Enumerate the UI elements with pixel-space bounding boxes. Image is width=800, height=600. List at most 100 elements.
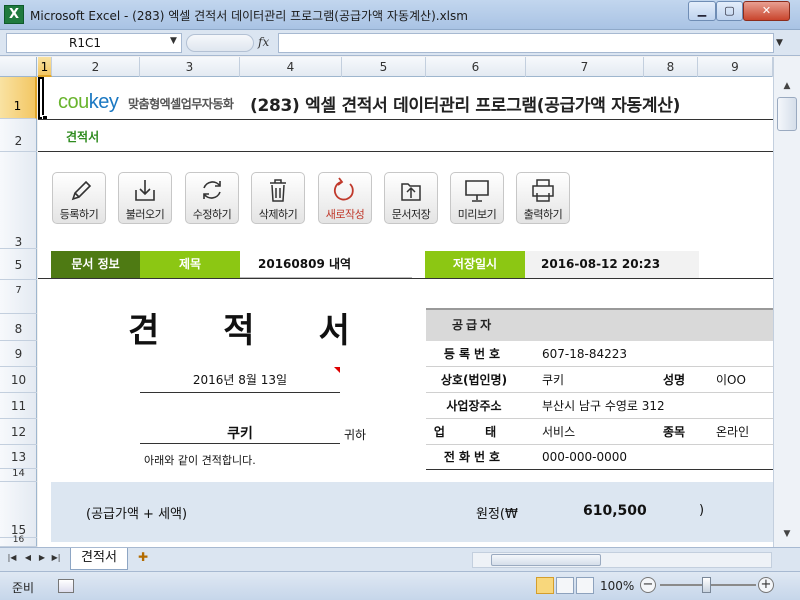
horizontal-scrollbar[interactable] [472,552,772,568]
sheet-subtitle: 견적서 [66,130,100,144]
name-box[interactable]: R1C1 [6,33,182,53]
row-header[interactable]: 16 [0,536,37,547]
vertical-scrollbar[interactable]: ▲ ▼ [773,57,800,547]
owner-name-value[interactable]: 이OO [716,367,746,393]
row-header[interactable]: 12 [0,419,37,445]
zoom-out-button[interactable]: − [640,577,656,593]
title-label: 제목 [140,251,240,278]
row-header[interactable]: 10 [0,367,37,393]
client-name[interactable]: 쿠키 [140,423,340,443]
row-header[interactable]: 3 [0,152,37,249]
page-layout-view-icon[interactable] [556,577,574,594]
delete-button[interactable]: 삭제하기 [251,172,305,224]
new-document-button[interactable]: 새로작성 [318,172,372,224]
excel-icon[interactable]: X [4,5,24,24]
address-label: 사업장주소 [446,399,502,413]
estimate-note: 아래와 같이 견적합니다. [144,454,256,467]
column-header[interactable]: 1 [38,57,52,77]
logo-part-key: key [88,91,119,113]
item-label: 종목 [662,425,686,439]
first-sheet-icon[interactable]: |◀ [6,553,18,562]
chevron-down-icon[interactable]: ▼ [170,36,177,46]
maximize-button[interactable]: ▢ [716,1,743,21]
row-header[interactable]: 11 [0,393,37,419]
load-button-label: 불러오기 [125,208,165,221]
business-type-value[interactable]: 서비스 [542,419,575,445]
formula-bar-splitter[interactable] [186,34,254,52]
minimize-button[interactable]: ▁ [688,1,716,21]
last-sheet-icon[interactable]: ▶| [50,553,62,562]
zoom-in-button[interactable]: + [758,577,774,593]
logo-part-co: cou [58,91,89,113]
column-header[interactable]: 9 [698,57,773,77]
insert-sheet-icon[interactable]: ✚ [130,550,156,568]
formula-input[interactable] [278,33,774,53]
divider [140,392,340,393]
horizontal-scroll-thumb[interactable] [491,554,601,566]
print-button[interactable]: 출력하기 [516,172,570,224]
row-header[interactable]: 15 [0,482,37,538]
window-title-bar[interactable]: X Microsoft Excel - (283) 엑셀 견적서 데이터관리 프… [0,0,800,30]
trash-icon [270,179,286,202]
column-header[interactable]: 2 [52,57,140,77]
document-title-char: 서 [318,311,350,351]
next-sheet-icon[interactable]: ▶ [36,553,48,562]
expand-formula-icon[interactable]: ▼ [776,38,783,48]
save-document-button[interactable]: 문서저장 [384,172,438,224]
vertical-scroll-thumb[interactable] [777,97,797,131]
supplier-row: 등록번호 607-18-84223 [426,341,773,367]
zoom-level[interactable]: 100% [600,579,634,593]
title-value[interactable]: 20160809 내역 [240,251,412,278]
fill-handle[interactable] [42,115,48,121]
sheet-tab-bar: |◀ ◀ ▶ ▶| 견적서 ✚ [0,547,800,571]
row-header[interactable]: 7 [0,280,37,314]
selected-cell[interactable] [38,77,44,119]
row-header[interactable]: 2 [0,119,37,152]
column-header[interactable]: 8 [644,57,698,77]
column-header[interactable]: 5 [342,57,426,77]
scroll-up-icon[interactable]: ▲ [777,77,797,95]
row-header[interactable]: 1 [0,77,37,119]
close-button[interactable]: ✕ [743,1,790,21]
company-value[interactable]: 쿠키 [542,367,564,393]
saved-at-value[interactable]: 2016-08-12 20:23 [525,251,699,278]
row-header[interactable]: 5 [0,249,37,280]
normal-view-icon[interactable] [536,577,554,594]
row-header[interactable]: 13 [0,445,37,469]
page-break-view-icon[interactable] [576,577,594,594]
item-value[interactable]: 온라인 [716,419,749,445]
load-button[interactable]: 불러오기 [118,172,172,224]
divider [140,443,340,444]
divider [38,119,773,120]
scroll-down-icon[interactable]: ▼ [777,525,797,543]
column-header[interactable]: 6 [426,57,526,77]
total-close-paren: ) [699,503,705,518]
edit-button[interactable]: 수정하기 [185,172,239,224]
estimate-date[interactable]: 2016년 8월 13일 [140,371,340,388]
saved-at-label: 저장일시 [425,251,525,278]
select-all-corner[interactable] [0,57,37,77]
worksheet[interactable]: coukey 맞춤형엑셀업무자동화 (283) 엑셀 견적서 데이터관리 프로그… [38,77,773,547]
column-header[interactable]: 4 [240,57,342,77]
total-amount[interactable]: 610,500 [583,503,647,519]
row-header[interactable]: 8 [0,314,37,341]
new-icon [333,177,354,201]
register-button[interactable]: 등록하기 [52,172,106,224]
print-button-label: 출력하기 [523,208,563,221]
column-header[interactable]: 3 [140,57,240,77]
insert-function-icon[interactable]: fx [258,35,269,49]
row-header[interactable]: 14 [0,469,37,482]
preview-button[interactable]: 미리보기 [450,172,504,224]
column-header[interactable]: 7 [526,57,644,77]
pencil-icon [71,180,92,201]
sheet-tab-estimate[interactable]: 견적서 [70,548,128,570]
zoom-slider-thumb[interactable] [702,577,711,593]
status-ready: 준비 [12,581,35,595]
prev-sheet-icon[interactable]: ◀ [22,553,34,562]
phone-value[interactable]: 000-000-0000 [542,445,627,469]
divider [426,469,773,470]
reg-no-value[interactable]: 607-18-84223 [542,341,627,367]
address-value[interactable]: 부산시 남구 수영로 312 [542,393,665,419]
row-header[interactable]: 9 [0,341,37,367]
macro-record-icon[interactable] [58,579,74,593]
